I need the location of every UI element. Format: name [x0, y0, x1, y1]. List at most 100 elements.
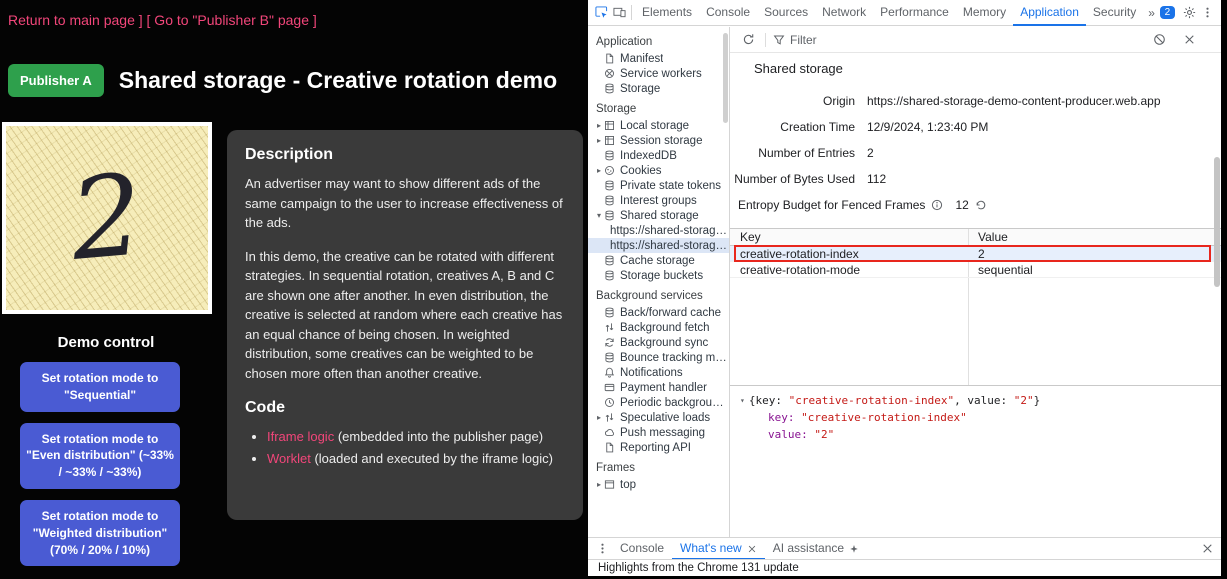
chevron-down-icon[interactable]: ▾: [594, 211, 604, 220]
property-name: key:: [768, 411, 801, 424]
sidebar-item-bounce-tracking-miti[interactable]: Bounce tracking miti…: [588, 350, 729, 365]
object-preview-text: {key: "creative-rotation-index", value: …: [749, 394, 1040, 407]
rotation-mode-button-1[interactable]: Set rotation mode to "Sequential": [20, 362, 180, 412]
clear-all-icon[interactable]: [1149, 30, 1169, 50]
database-icon: [604, 270, 620, 281]
sidebar-item-https-shared-storage[interactable]: https://shared-storage…: [588, 238, 729, 253]
meta-label: Number of Entries: [730, 146, 855, 160]
filter-input[interactable]: Filter: [773, 33, 893, 47]
sidebar-item-https-shared-storage[interactable]: https://shared-storage…: [588, 223, 729, 238]
sidebar-item-label: Storage buckets: [620, 270, 703, 282]
sidebar-item-reporting-api[interactable]: Reporting API: [588, 440, 729, 455]
drawer-close-icon[interactable]: [1197, 539, 1217, 559]
page-title: Shared storage - Creative rotation demo: [119, 67, 557, 94]
sidebar-item-notifications[interactable]: Notifications: [588, 365, 729, 380]
chevron-down-icon[interactable]: ▾: [740, 396, 745, 405]
cell-value: 2: [968, 246, 985, 261]
meta-value: 112: [867, 172, 886, 186]
sidebar-item-top[interactable]: ▸top: [588, 477, 729, 492]
storage-row-creative-rotation-mode[interactable]: creative-rotation-modesequential: [730, 262, 1221, 278]
sidebar-item-label: Interest groups: [620, 195, 697, 207]
sidebar-item-back-forward-cache[interactable]: Back/forward cache: [588, 305, 729, 320]
sidebar-item-indexeddb[interactable]: IndexedDB: [588, 148, 729, 163]
sidebar-item-background-fetch[interactable]: Background fetch: [588, 320, 729, 335]
sidebar-item-session-storage[interactable]: ▸ Session storage: [588, 133, 729, 148]
meta-value: 12: [955, 198, 968, 212]
tab-elements[interactable]: Elements: [635, 0, 699, 26]
sidebar-item-label: Shared storage: [620, 210, 699, 222]
sidebar-item-manifest[interactable]: Manifest: [588, 51, 729, 66]
chevron-right-icon[interactable]: ▸: [594, 136, 604, 145]
chevron-right-icon[interactable]: ▸: [594, 121, 604, 130]
sidebar-item-label: https://shared-storage…: [610, 225, 729, 237]
demo-control-buttons: Set rotation mode to "Sequential" Set rot…: [20, 362, 180, 566]
cloud-icon: [604, 427, 620, 438]
top-nav-links[interactable]: Return to main page ] [ Go to "Publisher…: [8, 12, 317, 28]
column-header-key[interactable]: Key: [730, 229, 968, 245]
chevron-right-icon[interactable]: ▸: [594, 413, 604, 422]
drawer-tab-ai-assistance[interactable]: AI assistance: [765, 538, 867, 560]
tab-memory[interactable]: Memory: [956, 0, 1013, 26]
sidebar-item-private-state-tokens[interactable]: Private state tokens: [588, 178, 729, 193]
document-icon: [604, 442, 620, 453]
sidebar-item-storage-buckets[interactable]: Storage buckets: [588, 268, 729, 283]
refresh-icon[interactable]: [738, 30, 758, 50]
tab-sources[interactable]: Sources: [757, 0, 815, 26]
preview-object-summary[interactable]: ▾ {key: "creative-rotation-index", value…: [740, 394, 1211, 407]
drawer-tab-console[interactable]: Console: [612, 538, 672, 560]
rotation-mode-button-3[interactable]: Set rotation mode to "Weighted distribut…: [20, 500, 180, 566]
tab-console[interactable]: Console: [699, 0, 757, 26]
panel-tabs: ElementsConsoleSourcesNetworkPerformance…: [635, 0, 1143, 26]
sidebar-item-label: Manifest: [620, 53, 663, 65]
sidebar-item-service-workers[interactable]: Service workers: [588, 66, 729, 81]
sidebar-item-local-storage[interactable]: ▸Local storage: [588, 118, 729, 133]
code-link-iframe-logic[interactable]: Iframe logic: [267, 429, 334, 444]
meta-row-number-of-entries: Number of Entries2: [730, 140, 1221, 166]
database-icon: [604, 195, 620, 206]
chevron-right-icon[interactable]: ▸: [594, 480, 604, 489]
sidebar-item-speculative-loads[interactable]: ▸Speculative loads: [588, 410, 729, 425]
sidebar-item-label: Background fetch: [620, 322, 710, 334]
close-panel-icon[interactable]: [1179, 30, 1199, 50]
drawer-tab-what-s-new[interactable]: What's new: [672, 538, 765, 560]
sidebar-item-cookies[interactable]: ▸Cookies: [588, 163, 729, 178]
sidebar-item-payment-handler[interactable]: Payment handler: [588, 380, 729, 395]
sidebar-item-storage[interactable]: Storage: [588, 81, 729, 96]
sidebar-item-interest-groups[interactable]: Interest groups: [588, 193, 729, 208]
storage-row-creative-rotation-index[interactable]: creative-rotation-index2: [730, 246, 1221, 262]
tab-security[interactable]: Security: [1086, 0, 1143, 26]
code-bullet-worklet: Worklet (loaded and executed by the ifra…: [267, 449, 565, 469]
sidebar-item-label: Payment handler: [620, 382, 707, 394]
device-toolbar-icon[interactable]: [610, 3, 628, 23]
sidebar-item-shared-storage[interactable]: ▾ Shared storage: [588, 208, 729, 223]
preview-token: , value:: [954, 394, 1014, 407]
tab-network[interactable]: Network: [815, 0, 873, 26]
more-tabs-icon[interactable]: »: [1143, 6, 1160, 20]
inspect-element-icon[interactable]: [592, 3, 610, 23]
info-icon[interactable]: [931, 199, 943, 211]
cookie-icon: [604, 165, 620, 176]
cell-key: creative-rotation-mode: [730, 262, 968, 277]
settings-gear-icon[interactable]: [1181, 3, 1199, 23]
history-icon[interactable]: [975, 199, 987, 211]
tab-application[interactable]: Application: [1013, 0, 1086, 26]
code-link-worklet[interactable]: Worklet: [267, 451, 311, 466]
sidebar-item-periodic-backgroun[interactable]: Periodic backgroun…: [588, 395, 729, 410]
drawer-tab-label: What's new: [680, 538, 742, 559]
issues-count-badge[interactable]: 2: [1160, 6, 1175, 19]
chevron-right-icon[interactable]: ▸: [594, 166, 604, 175]
close-icon[interactable]: [747, 544, 757, 554]
meta-label: Number of Bytes Used: [730, 172, 855, 186]
sidebar-scrollbar[interactable]: [723, 33, 728, 123]
panel-scrollbar[interactable]: [1214, 157, 1220, 287]
kebab-menu-icon[interactable]: [1199, 3, 1217, 23]
sidebar-item-cache-storage[interactable]: Cache storage: [588, 253, 729, 268]
storage-items-table: Key Value creative-rotation-index2creati…: [730, 228, 1221, 386]
rotation-mode-button-2[interactable]: Set rotation mode to "Even distribution"…: [20, 423, 180, 489]
drawer-menu-icon[interactable]: [592, 539, 612, 559]
sidebar-item-background-sync[interactable]: Background sync: [588, 335, 729, 350]
tab-performance[interactable]: Performance: [873, 0, 956, 26]
sidebar-item-push-messaging[interactable]: Push messaging: [588, 425, 729, 440]
sidebar-item-label: Session storage: [620, 135, 702, 147]
column-header-value[interactable]: Value: [968, 229, 1008, 245]
